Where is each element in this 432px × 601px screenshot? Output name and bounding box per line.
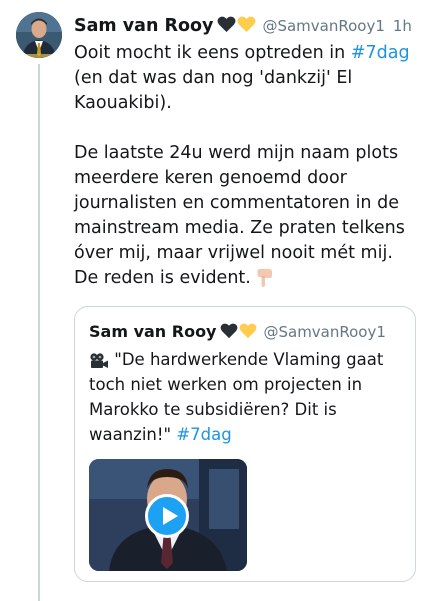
display-name[interactable]: Sam van Rooy bbox=[74, 16, 213, 36]
tweet-thread: Sam van Rooy @SamvanRooy1 1h Ooit mocht … bbox=[0, 0, 432, 601]
quoted-tweet-header: Sam van Rooy @SamvanRooy1 bbox=[89, 321, 386, 341]
quoted-text-line: "De hardwerkende Vlaming gaat bbox=[89, 347, 409, 372]
quoted-text-line: toch niet werken om projecten in bbox=[89, 375, 363, 394]
yellow-heart-icon bbox=[240, 323, 257, 339]
tweet-text-line: óver mij, maar vrijwel nooit mét mij. bbox=[74, 243, 393, 263]
tweet-text-line: De laatste 24u werd mijn naam plots bbox=[74, 143, 399, 163]
tweet[interactable]: Sam van Rooy @SamvanRooy1 1h Ooit mocht … bbox=[74, 14, 424, 291]
movie-camera-icon bbox=[90, 352, 108, 368]
play-button[interactable] bbox=[145, 494, 189, 538]
tweet-text-line: De reden is evident. bbox=[74, 266, 422, 291]
tweet-text-line: Ooit mocht ik eens optreden in #7dag bbox=[74, 43, 410, 63]
thread-connector-line bbox=[38, 64, 40, 601]
hashtag-link[interactable]: #7dag bbox=[351, 43, 410, 63]
quoted-tweet-text: "De hardwerkende Vlaming gaat toch niet … bbox=[89, 347, 409, 447]
hashtag-link[interactable]: #7dag bbox=[176, 425, 231, 444]
video-thumbnail[interactable] bbox=[89, 459, 247, 571]
tweet-header: Sam van Rooy @SamvanRooy1 1h bbox=[74, 14, 424, 40]
timestamp[interactable]: 1h bbox=[393, 17, 412, 35]
tweet-text: Ooit mocht ik eens optreden in #7dag (en… bbox=[74, 41, 422, 291]
quoted-tweet-card[interactable]: Sam van Rooy @SamvanRooy1 "De hardwerken… bbox=[74, 306, 416, 582]
avatar-photo bbox=[16, 12, 62, 58]
name-emojis bbox=[217, 16, 256, 33]
quoted-name-emojis bbox=[220, 323, 257, 339]
tweet-text-line: (en dat was dan nog 'dankzij' El bbox=[74, 68, 353, 88]
tweet-text-line: Kaouakibi). bbox=[74, 93, 172, 113]
backhand-index-pointing-down-icon bbox=[257, 269, 273, 287]
quoted-text-line: Marokko te subsidiëren? Dit is bbox=[89, 400, 337, 419]
quoted-display-name[interactable]: Sam van Rooy bbox=[89, 322, 216, 341]
black-heart-icon bbox=[217, 16, 236, 33]
quoted-handle[interactable]: @SamvanRooy1 bbox=[263, 323, 385, 341]
yellow-heart-icon bbox=[237, 16, 256, 33]
tweet-text-line: mainstream media. Ze praten telkens bbox=[74, 218, 405, 238]
avatar[interactable] bbox=[16, 12, 62, 58]
black-heart-icon bbox=[221, 323, 238, 339]
tweet-text-line: meerdere keren genoemd door bbox=[74, 168, 347, 188]
handle[interactable]: @SamvanRooy1 bbox=[262, 17, 384, 35]
tweet-text-line: journalisten en commentatoren in de bbox=[74, 193, 399, 213]
quoted-text-line: waanzin!" #7dag bbox=[89, 425, 232, 444]
